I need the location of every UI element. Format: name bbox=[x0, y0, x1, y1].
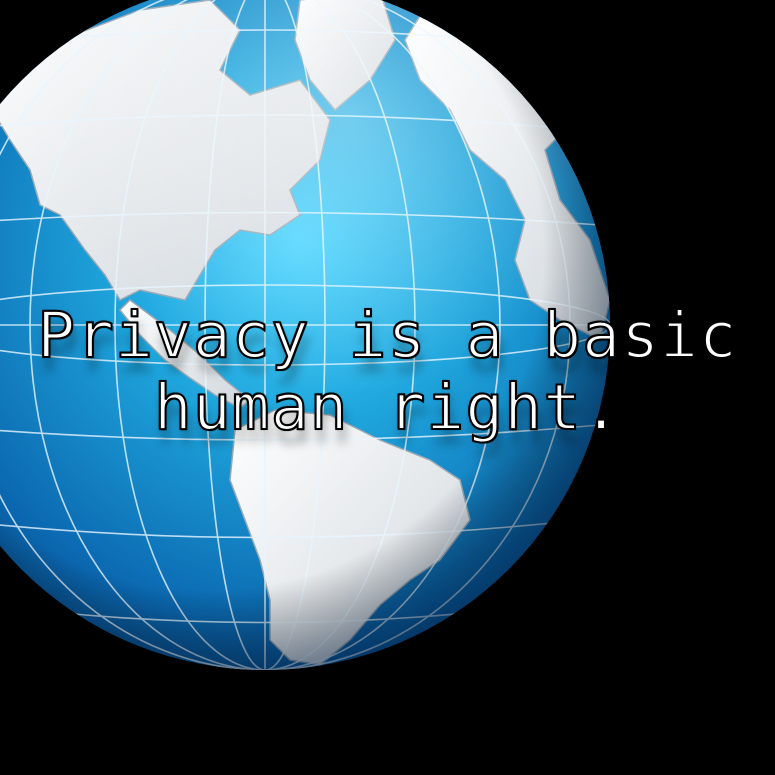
image-canvas: Privacy is a basic human right. bbox=[0, 0, 775, 775]
quote-text: Privacy is a basic human right. bbox=[0, 299, 775, 445]
quote-line-1: Privacy is a basic bbox=[36, 299, 738, 373]
quote-line-2: human right. bbox=[153, 371, 622, 445]
